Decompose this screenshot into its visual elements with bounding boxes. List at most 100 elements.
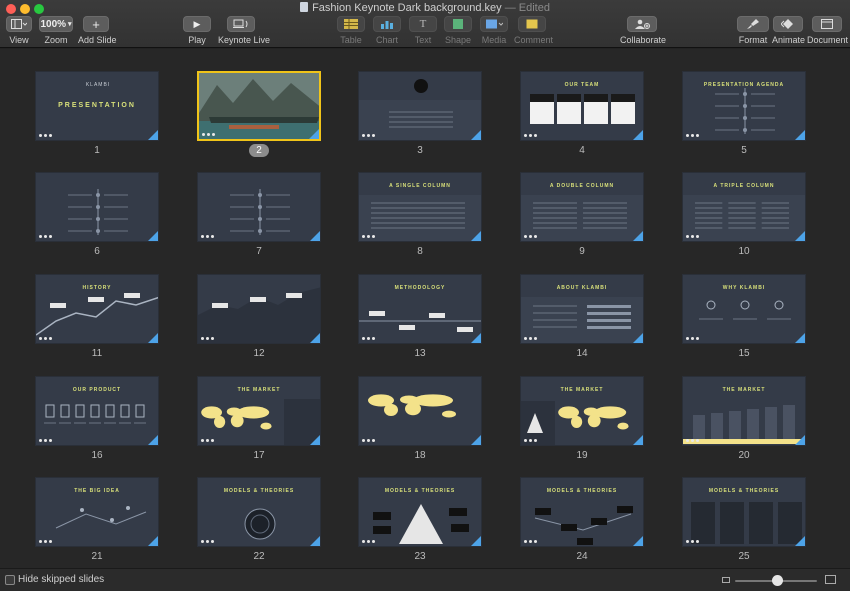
- add-slide-button[interactable]: +: [83, 16, 109, 32]
- view-tool[interactable]: View: [5, 16, 33, 45]
- slide-preview[interactable]: THE MARKET: [197, 376, 321, 446]
- document-button[interactable]: [812, 16, 842, 32]
- hide-skipped-label[interactable]: Hide skipped slides: [18, 574, 104, 585]
- slide-thumbnail-11[interactable]: HISTORY 11: [35, 274, 159, 362]
- zoom-select[interactable]: 100% ▾: [39, 16, 73, 32]
- slide-preview[interactable]: [35, 172, 159, 242]
- slide-preview[interactable]: A TRIPLE COLUMN: [682, 172, 806, 242]
- slide-thumbnail-5[interactable]: PRESENTATION AGENDA 5: [682, 71, 806, 159]
- shape-button[interactable]: [444, 16, 472, 32]
- keynote-live-button[interactable]: [227, 16, 255, 32]
- slide-thumbnail-9[interactable]: A DOUBLE COLUMN 9: [520, 172, 644, 260]
- keynote-live-tool[interactable]: Keynote Live: [218, 16, 270, 45]
- slide-thumbnail-21[interactable]: THE BIG IDEA 21: [35, 477, 159, 565]
- slide-preview[interactable]: THE MARKET: [682, 376, 806, 446]
- photo-lake: [199, 121, 319, 139]
- slide-preview[interactable]: WHY KLAMBI: [682, 274, 806, 344]
- connector-line: [55, 511, 147, 529]
- slide-thumbnail-23[interactable]: MODELS & THEORIES 23: [358, 477, 482, 565]
- slide-preview[interactable]: MODELS & THEORIES: [197, 477, 321, 547]
- slide-thumbnail-13[interactable]: METHODOLOGY 13: [358, 274, 482, 362]
- slide-thumbnail-15[interactable]: WHY KLAMBI 15: [682, 274, 806, 362]
- comment-tool[interactable]: Comment: [514, 16, 553, 45]
- slide-preview[interactable]: [358, 71, 482, 141]
- table-tool[interactable]: Table: [336, 16, 366, 45]
- slide-thumbnail-3[interactable]: 3: [358, 71, 482, 159]
- slide-thumbnail-7[interactable]: 7: [197, 172, 321, 260]
- hide-skipped-checkbox[interactable]: [5, 575, 15, 585]
- text-button[interactable]: T: [409, 16, 437, 32]
- collaborate-button[interactable]: [627, 16, 657, 32]
- slide-thumbnail-25[interactable]: MODELS & THEORIES 25: [682, 477, 806, 565]
- product-icon: [90, 404, 100, 418]
- format-tool[interactable]: Format: [736, 16, 770, 45]
- dot-icon: [49, 337, 52, 340]
- slide-preview[interactable]: THE MARKET: [520, 376, 644, 446]
- slide-preview[interactable]: METHODOLOGY: [358, 274, 482, 344]
- document-tool[interactable]: Document: [807, 16, 848, 45]
- play-button[interactable]: ▶: [183, 16, 211, 32]
- team-member-photo: [584, 94, 608, 102]
- thumbnail-size-slider-knob[interactable]: [772, 575, 783, 586]
- slide-preview[interactable]: ABOUT KLAMBI: [520, 274, 644, 344]
- slide-preview[interactable]: MODELS & THEORIES: [358, 477, 482, 547]
- shape-tool[interactable]: Shape: [443, 16, 473, 45]
- table-button[interactable]: [337, 16, 365, 32]
- slide-thumbnail-18[interactable]: 18: [358, 376, 482, 464]
- slide-preview[interactable]: PRESENTATION AGENDA: [682, 71, 806, 141]
- slide-title: MODELS & THEORIES: [223, 488, 295, 494]
- slide-thumbnail-14[interactable]: ABOUT KLAMBI 14: [520, 274, 644, 362]
- slide-thumbnail-4[interactable]: OUR TEAM 4: [520, 71, 644, 159]
- zoom-tool[interactable]: 100% ▾ Zoom: [38, 16, 74, 45]
- slide-thumbnail-6[interactable]: 6: [35, 172, 159, 260]
- animate-button[interactable]: [773, 16, 803, 32]
- slide-thumbnail-19[interactable]: THE MARKET 19: [520, 376, 644, 464]
- slide-preview[interactable]: [358, 376, 482, 446]
- slide-thumbnail-24[interactable]: MODELS & THEORIES 24: [520, 477, 644, 565]
- slide-preview[interactable]: OUR TEAM: [520, 71, 644, 141]
- slide-preview[interactable]: [197, 172, 321, 242]
- slide-corner-badge: [148, 130, 158, 140]
- slide-corner-badge: [309, 129, 319, 139]
- animate-tool[interactable]: Animate: [772, 16, 805, 45]
- slide-thumbnail-2[interactable]: 2: [197, 71, 321, 159]
- slide-thumbnail-1[interactable]: KLAMBI PRESENTATION 1: [35, 71, 159, 159]
- slide-number: 9: [520, 246, 644, 257]
- slide-preview[interactable]: [197, 274, 321, 344]
- chart-tool[interactable]: Chart: [372, 16, 402, 45]
- slide-thumbnail-10[interactable]: A TRIPLE COLUMN 10: [682, 172, 806, 260]
- slide-number-label: 19: [576, 450, 588, 461]
- column-card: [720, 502, 744, 544]
- collaborate-tool[interactable]: Collaborate: [620, 16, 666, 45]
- dot-icon: [212, 133, 215, 136]
- media-tool[interactable]: Media: [479, 16, 509, 45]
- slide-thumbnail-16[interactable]: OUR PRODUCT 16: [35, 376, 159, 464]
- slide-preview[interactable]: KLAMBI PRESENTATION: [35, 71, 159, 141]
- dot-icon: [206, 540, 209, 543]
- dot-icon: [696, 134, 699, 137]
- slide-preview[interactable]: MODELS & THEORIES: [682, 477, 806, 547]
- media-button[interactable]: [480, 16, 508, 32]
- view-button[interactable]: [6, 16, 32, 32]
- world-map-region: [214, 415, 226, 428]
- slide-thumbnail-20[interactable]: THE MARKET 20: [682, 376, 806, 464]
- slide-preview[interactable]: A DOUBLE COLUMN: [520, 172, 644, 242]
- comment-button[interactable]: [518, 16, 546, 32]
- slide-thumbnail-22[interactable]: MODELS & THEORIES 22: [197, 477, 321, 565]
- slide-title: THE MARKET: [722, 387, 766, 393]
- slide-thumbnail-8[interactable]: A SINGLE COLUMN 8: [358, 172, 482, 260]
- slide-preview[interactable]: MODELS & THEORIES: [520, 477, 644, 547]
- slide-thumbnail-17[interactable]: THE MARKET 17: [197, 376, 321, 464]
- text-tool[interactable]: T Text: [408, 16, 438, 45]
- play-tool[interactable]: ▶ Play: [182, 16, 212, 45]
- slide-thumbnail-12[interactable]: 12: [197, 274, 321, 362]
- chart-button[interactable]: [373, 16, 401, 32]
- slide-preview[interactable]: [197, 71, 321, 141]
- format-button[interactable]: [737, 16, 769, 32]
- slide-preview[interactable]: HISTORY: [35, 274, 159, 344]
- add-slide-tool[interactable]: + Add Slide: [78, 16, 117, 45]
- world-map-region: [384, 403, 398, 416]
- slide-preview[interactable]: THE BIG IDEA: [35, 477, 159, 547]
- slide-preview[interactable]: OUR PRODUCT: [35, 376, 159, 446]
- slide-preview[interactable]: A SINGLE COLUMN: [358, 172, 482, 242]
